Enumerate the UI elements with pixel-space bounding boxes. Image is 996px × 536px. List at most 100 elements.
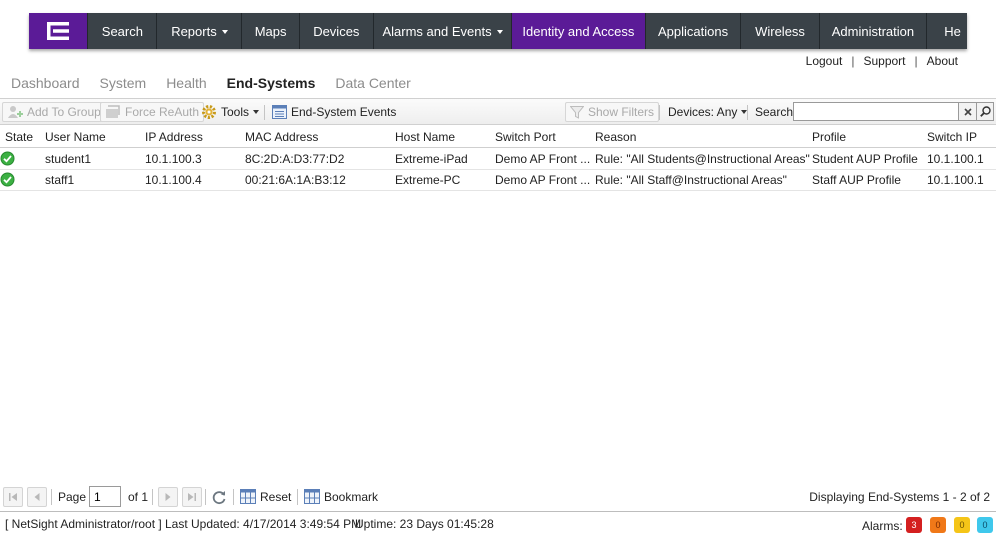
top-links: Logout | Support | About xyxy=(806,54,958,68)
tab-dashboard[interactable]: Dashboard xyxy=(11,75,80,91)
cell-switch-port: Demo AP Front ... xyxy=(495,152,591,166)
page-number-input[interactable] xyxy=(89,486,121,507)
logout-link[interactable]: Logout xyxy=(806,54,843,68)
cell-switch-ip: 10.1.100.1 xyxy=(927,152,984,166)
nav-identity-and-access[interactable]: Identity and Access xyxy=(512,13,646,49)
extreme-logo[interactable] xyxy=(29,13,89,49)
nav-applications-label: Applications xyxy=(658,23,729,39)
refresh-button[interactable] xyxy=(211,489,227,505)
tab-health[interactable]: Health xyxy=(166,75,206,91)
pager-divider xyxy=(152,489,153,505)
column-header-ip-address[interactable]: IP Address xyxy=(145,127,203,148)
nav-reports-label: Reports xyxy=(171,23,217,39)
add-group-icon xyxy=(7,105,23,119)
bookmark-icon xyxy=(304,489,320,504)
first-page-icon xyxy=(9,493,17,501)
filter-icon xyxy=(570,105,584,119)
nav-maps[interactable]: Maps xyxy=(242,13,300,49)
caret-down-icon xyxy=(221,30,228,34)
add-to-group-button[interactable]: Add To Group xyxy=(2,102,106,122)
force-reauth-button[interactable]: Force ReAuth xyxy=(100,102,205,122)
nav-help-label: He xyxy=(944,23,961,39)
reset-grid-icon xyxy=(240,489,256,504)
cell-ip-address: 10.1.100.4 xyxy=(145,173,202,187)
nav-help[interactable]: He xyxy=(927,13,967,49)
support-link[interactable]: Support xyxy=(863,54,905,68)
column-header-mac-address[interactable]: MAC Address xyxy=(245,127,318,148)
cell-reason: Rule: "All Staff@Instructional Areas" xyxy=(595,173,787,187)
first-page-button[interactable] xyxy=(3,487,23,507)
toolbar-divider xyxy=(659,105,660,120)
tab-end-systems[interactable]: End-Systems xyxy=(227,75,316,91)
toolbar-divider xyxy=(747,105,748,120)
refresh-icon xyxy=(212,491,226,505)
search-icon xyxy=(979,106,991,117)
show-filters-button[interactable]: Show Filters xyxy=(565,102,660,122)
column-header-reason[interactable]: Reason xyxy=(595,127,636,148)
pager-divider xyxy=(297,489,298,505)
column-header-profile[interactable]: Profile xyxy=(812,127,846,148)
alarm-warning-badge[interactable]: 0 xyxy=(954,517,970,533)
reset-label: Reset xyxy=(260,489,292,504)
table-row[interactable]: staff1 10.1.100.4 00:21:6A:1A:B3:12 Extr… xyxy=(0,170,996,191)
close-icon xyxy=(963,107,972,116)
devices-filter-dropdown[interactable]: Devices: Any xyxy=(668,102,748,122)
pagination-bar: Page of 1 Reset Bookmark Displaying End-… xyxy=(0,484,996,510)
link-separator: | xyxy=(914,54,918,68)
show-filters-label: Show Filters xyxy=(588,105,655,119)
cell-host-name: Extreme-PC xyxy=(395,173,461,187)
cell-host-name: Extreme-iPad xyxy=(395,152,468,166)
caret-down-icon xyxy=(253,110,260,114)
column-header-state[interactable]: State xyxy=(5,127,33,148)
end-system-events-label: End-System Events xyxy=(291,105,397,119)
link-separator: | xyxy=(851,54,855,68)
force-reauth-label: Force ReAuth xyxy=(125,105,200,119)
about-link[interactable]: About xyxy=(927,54,958,68)
search-clear-button[interactable] xyxy=(959,102,977,121)
caret-down-icon xyxy=(496,30,503,34)
nav-wireless-label: Wireless xyxy=(755,23,805,39)
table-row[interactable]: student1 10.1.100.3 8C:2D:A:D3:77:D2 Ext… xyxy=(0,149,996,170)
tab-system[interactable]: System xyxy=(100,75,147,91)
devices-filter-label: Devices: Any xyxy=(668,105,738,119)
alarm-error-badge[interactable]: 0 xyxy=(930,517,946,533)
nav-wireless[interactable]: Wireless xyxy=(741,13,820,49)
page-label: Page xyxy=(58,490,87,504)
alarm-critical-badge[interactable]: 3 xyxy=(906,517,922,533)
next-page-button[interactable] xyxy=(158,487,178,507)
search-button[interactable] xyxy=(977,102,994,121)
bookmark-button[interactable]: Bookmark xyxy=(304,489,378,504)
nav-search-label: Search xyxy=(101,23,143,39)
search-input[interactable] xyxy=(793,102,959,121)
page-count-label: of 1 xyxy=(128,490,149,504)
nav-applications[interactable]: Applications xyxy=(646,13,742,49)
column-header-switch-ip[interactable]: Switch IP xyxy=(927,127,977,148)
tools-menu-button[interactable]: Tools xyxy=(201,102,260,122)
previous-page-icon xyxy=(34,493,40,501)
cell-mac-address: 00:21:6A:1A:B3:12 xyxy=(245,173,346,187)
reset-button[interactable]: Reset xyxy=(240,489,291,504)
previous-page-button[interactable] xyxy=(27,487,47,507)
events-list-icon xyxy=(272,105,287,119)
cell-profile: Student AUP Profile xyxy=(812,152,918,166)
nav-alarms-label: Alarms and Events xyxy=(382,23,492,39)
display-info: Displaying End-Systems 1 - 2 of 2 xyxy=(809,490,990,504)
alarms-label: Alarms: xyxy=(862,519,903,533)
column-header-host-name[interactable]: Host Name xyxy=(395,127,455,148)
top-navigation: Search Reports Maps Devices Alarms and E… xyxy=(29,13,967,49)
column-header-switch-port[interactable]: Switch Port xyxy=(495,127,556,148)
next-page-icon xyxy=(165,493,171,501)
last-page-button[interactable] xyxy=(182,487,202,507)
column-header-user-name[interactable]: User Name xyxy=(45,127,106,148)
nav-reports[interactable]: Reports xyxy=(157,13,243,49)
nav-administration[interactable]: Administration xyxy=(820,13,928,49)
tab-data-center[interactable]: Data Center xyxy=(335,75,410,91)
nav-devices[interactable]: Devices xyxy=(300,13,374,49)
alarm-info-badge[interactable]: 0 xyxy=(977,517,993,533)
status-ok-icon xyxy=(0,151,15,169)
status-ok-icon xyxy=(0,172,15,190)
status-last-updated: Last Updated: 4/17/2014 3:49:54 PM xyxy=(165,517,362,531)
nav-search[interactable]: Search xyxy=(88,13,158,49)
end-system-events-button[interactable]: End-System Events xyxy=(272,102,396,122)
nav-alarms-and-events[interactable]: Alarms and Events xyxy=(374,13,513,49)
